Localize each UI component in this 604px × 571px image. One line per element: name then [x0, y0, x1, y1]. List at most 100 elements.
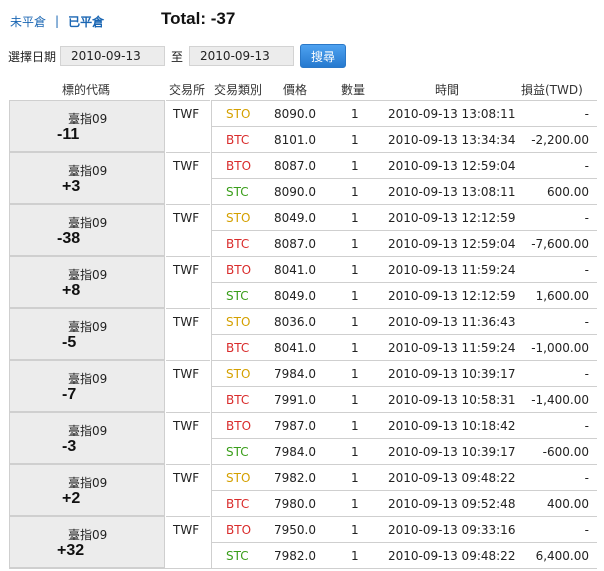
- trade-time: 2010-09-13 12:12:59: [388, 289, 516, 303]
- trade-price: 8049.0: [274, 289, 316, 303]
- trade-pl: -: [584, 367, 589, 381]
- trade-rows: STO 8090.0 1 2010-09-13 13:08:11 - BTC 8101.0 1…: [211, 100, 597, 152]
- trade-qty: 1: [351, 367, 359, 381]
- date-label: 選擇日期: [8, 49, 57, 64]
- trade-group: 臺指09 +3 TWF BTO 8087.0 1 2010-09-13 12:59:04 - S…: [9, 152, 597, 204]
- end-date-input[interactable]: [189, 46, 295, 66]
- table-row: STO 8036.0 1 2010-09-13 11:36:43 -: [211, 308, 597, 334]
- trade-price: 8087.0: [274, 159, 316, 173]
- trade-type: BTC: [226, 133, 250, 147]
- trade-price: 7987.0: [274, 419, 316, 433]
- trade-price: 8101.0: [274, 133, 316, 147]
- trade-type: STC: [226, 445, 249, 459]
- trade-time: 2010-09-13 10:18:42: [388, 419, 516, 433]
- trade-pl: -: [584, 523, 589, 537]
- trade-time: 2010-09-13 10:39:17: [388, 445, 516, 459]
- trade-qty: 1: [351, 159, 359, 173]
- trade-pl: -: [584, 107, 589, 121]
- symbol-name: 臺指09: [68, 164, 108, 178]
- points-result: -11: [57, 126, 80, 143]
- exchange-name: TWF: [173, 419, 200, 433]
- to-label: 至: [171, 49, 184, 64]
- trade-pl: -: [584, 263, 589, 277]
- trade-qty: 1: [351, 523, 359, 537]
- table-row: BTC 8101.0 1 2010-09-13 13:34:34 -2,200.00: [211, 126, 597, 152]
- trade-qty: 1: [351, 133, 359, 147]
- trade-qty: 1: [351, 185, 359, 199]
- trade-price: 7950.0: [274, 523, 316, 537]
- trade-type: STO: [226, 315, 251, 329]
- trade-time: 2010-09-13 12:59:04: [388, 159, 516, 173]
- trade-pl: -2,200.00: [531, 133, 589, 147]
- trade-price: 8049.0: [274, 211, 316, 225]
- trade-type: BTC: [226, 497, 250, 511]
- trade-rows: STO 8036.0 1 2010-09-13 11:36:43 - BTC 8041.0 1…: [211, 308, 597, 360]
- exchange-cell: TWF: [166, 412, 210, 464]
- table-row: BTO 7987.0 1 2010-09-13 10:18:42 -: [211, 412, 597, 438]
- trade-type: STC: [226, 549, 249, 563]
- table-row: BTC 8087.0 1 2010-09-13 12:59:04 -7,600.00: [211, 230, 597, 256]
- trade-qty: 1: [351, 341, 359, 355]
- exchange-cell: TWF: [166, 360, 210, 412]
- tab-closed-positions[interactable]: 已平倉: [68, 13, 104, 30]
- trade-rows: BTO 7950.0 1 2010-09-13 09:33:16 - STC 7982.0 1…: [211, 516, 597, 568]
- exchange-cell: TWF: [166, 204, 210, 256]
- trade-qty: 1: [351, 445, 359, 459]
- points-result: -5: [62, 334, 77, 351]
- trade-time: 2010-09-13 11:59:24: [388, 263, 516, 277]
- exchange-cell: TWF: [166, 308, 210, 360]
- trade-pl: -: [584, 159, 589, 173]
- trade-type: BTC: [226, 393, 250, 407]
- trade-type: BTO: [226, 263, 252, 277]
- trade-price: 7991.0: [274, 393, 316, 407]
- symbol-cell: 臺指09 +2: [9, 464, 165, 516]
- header-price: 價格: [283, 83, 308, 97]
- start-date-input[interactable]: [60, 46, 166, 66]
- position-tabs: 未平倉 | 已平倉: [10, 11, 104, 31]
- exchange-cell: TWF: [166, 516, 210, 568]
- symbol-name: 臺指09: [68, 424, 108, 438]
- exchange-cell: TWF: [166, 464, 210, 516]
- points-result: -7: [62, 386, 77, 403]
- trade-qty: 1: [351, 471, 359, 485]
- table-row: BTO 7950.0 1 2010-09-13 09:33:16 -: [211, 516, 597, 542]
- symbol-name: 臺指09: [68, 372, 108, 386]
- exchange-cell: TWF: [166, 152, 210, 204]
- trade-time: 2010-09-13 10:58:31: [388, 393, 516, 407]
- trade-qty: 1: [351, 549, 359, 563]
- exchange-name: TWF: [173, 367, 200, 381]
- trade-price: 7980.0: [274, 497, 316, 511]
- search-button[interactable]: 搜尋: [300, 44, 347, 68]
- header-code: 標的代碼: [62, 83, 111, 97]
- trade-qty: 1: [351, 263, 359, 277]
- trade-price: 7984.0: [274, 445, 316, 459]
- trade-qty: 1: [351, 393, 359, 407]
- trade-qty: 1: [351, 289, 359, 303]
- trade-price: 8087.0: [274, 237, 316, 251]
- trade-rows: BTO 8041.0 1 2010-09-13 11:59:24 - STC 8049.0 1…: [211, 256, 597, 308]
- trade-price: 8090.0: [274, 107, 316, 121]
- table-row: STO 8090.0 1 2010-09-13 13:08:11 -: [211, 100, 597, 126]
- trade-pl: 400.00: [547, 497, 589, 511]
- trade-pl: -600.00: [542, 445, 589, 459]
- exchange-cell: TWF: [166, 100, 210, 152]
- trade-pl: -1,000.00: [531, 341, 589, 355]
- trade-time: 2010-09-13 13:08:11: [388, 185, 516, 199]
- trade-type: BTC: [226, 237, 250, 251]
- symbol-cell: 臺指09 -11: [9, 100, 165, 152]
- symbol-cell: 臺指09 -5: [9, 308, 165, 360]
- trade-pl: 6,400.00: [535, 549, 589, 563]
- trade-time: 2010-09-13 13:34:34: [388, 133, 516, 147]
- table-row: BTO 8041.0 1 2010-09-13 11:59:24 -: [211, 256, 597, 282]
- trade-pl: -7,600.00: [531, 237, 589, 251]
- trade-rows: STO 7982.0 1 2010-09-13 09:48:22 - BTC 7980.0 1…: [211, 464, 597, 516]
- tab-open-positions[interactable]: 未平倉: [10, 13, 46, 30]
- trade-group: 臺指09 +32 TWF BTO 7950.0 1 2010-09-13 09:33:16 -…: [9, 516, 597, 568]
- table-row: STC 8090.0 1 2010-09-13 13:08:11 600.00: [211, 178, 597, 204]
- trade-time: 2010-09-13 13:08:11: [388, 107, 516, 121]
- trade-type: STO: [226, 471, 251, 485]
- points-result: -3: [62, 438, 77, 455]
- symbol-name: 臺指09: [68, 216, 108, 230]
- exchange-name: TWF: [173, 315, 200, 329]
- closed-positions-table: 臺指09 -11 TWF STO 8090.0 1 2010-09-13 13:08:11-…: [9, 100, 597, 568]
